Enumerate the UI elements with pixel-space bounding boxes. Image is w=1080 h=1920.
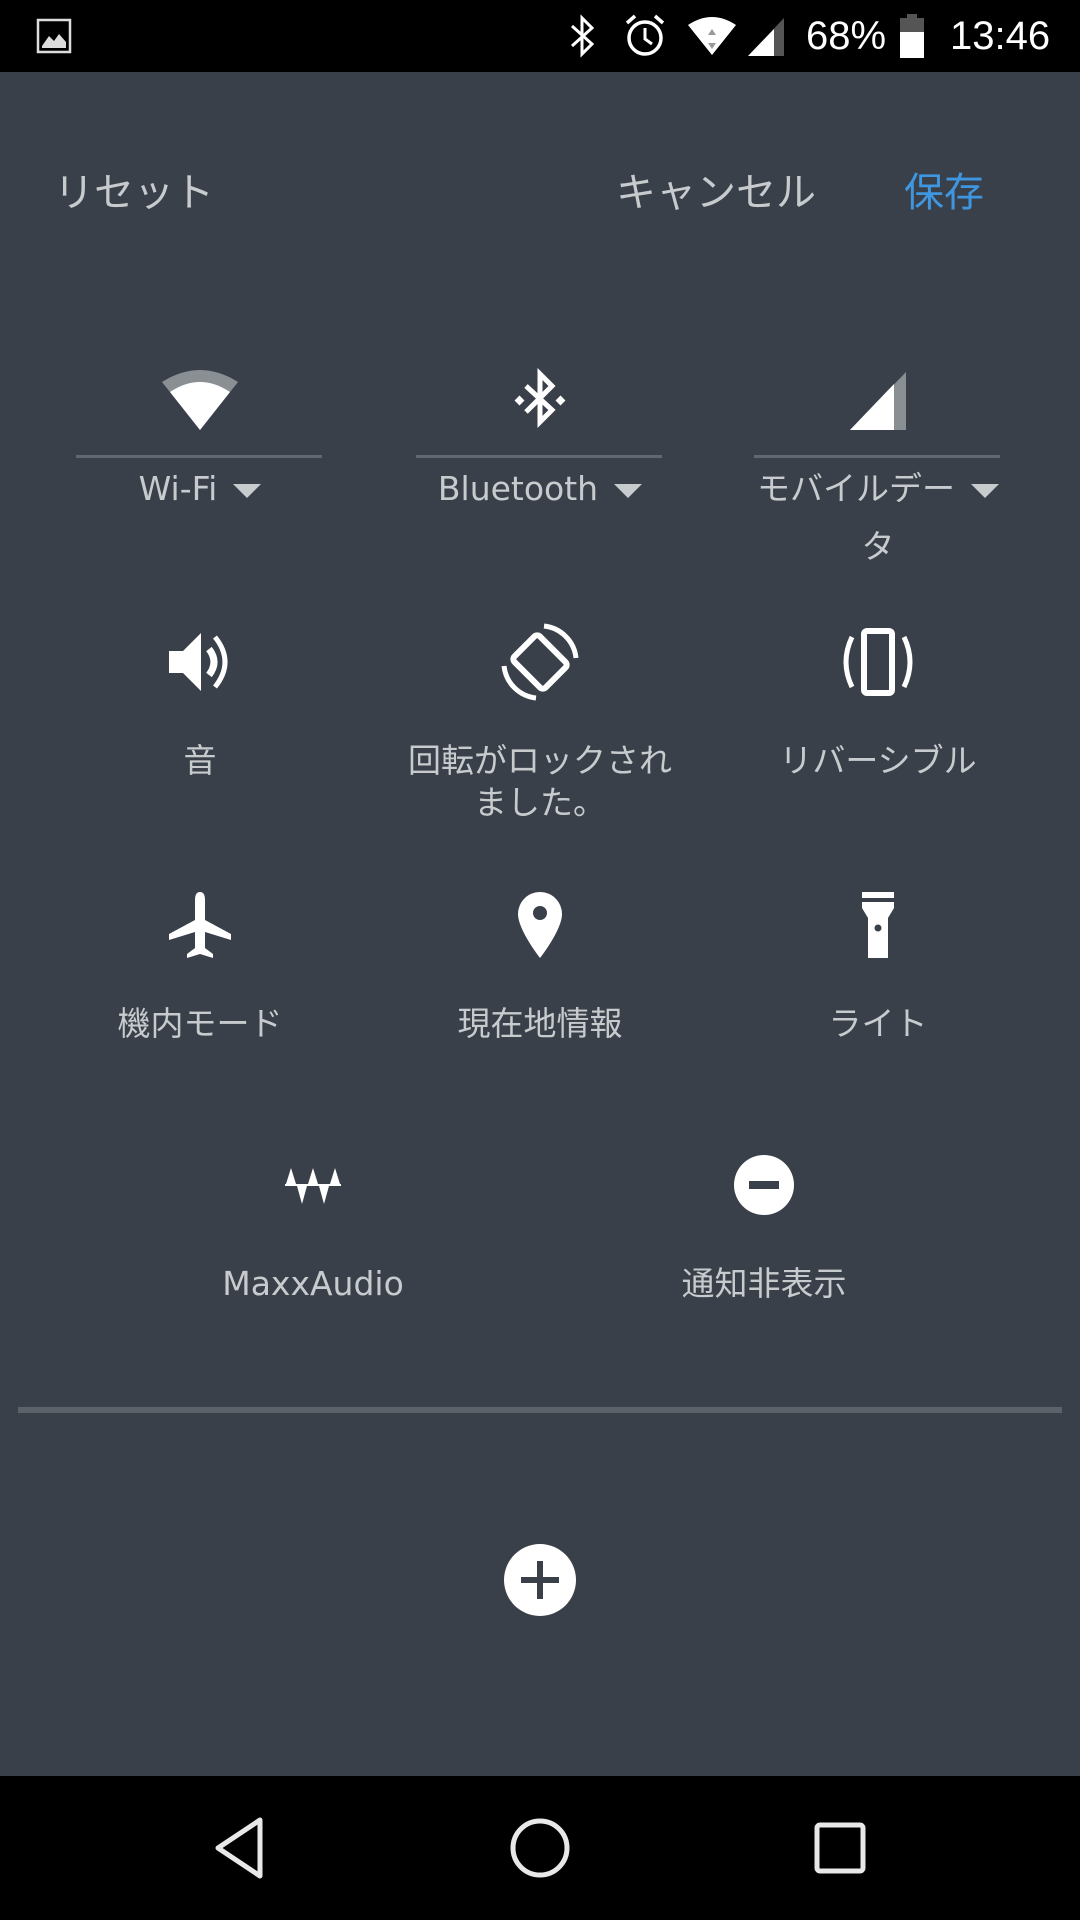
- tile-airplane[interactable]: 機内モード: [30, 885, 370, 1055]
- airplane-icon: [160, 885, 240, 965]
- home-icon: [510, 1818, 570, 1878]
- clock: 13:46: [950, 13, 1051, 58]
- tile-divider: [416, 455, 662, 458]
- bluetooth-icon: [568, 0, 598, 72]
- navigation-bar: [0, 1776, 1080, 1920]
- bluetooth-icon: [500, 360, 580, 440]
- tile-label: 機内モード: [117, 1004, 283, 1043]
- tile-maxxaudio[interactable]: MaxxAudio: [143, 1145, 483, 1315]
- reversible-phone-icon: [838, 622, 918, 702]
- tile-divider: [754, 455, 1000, 458]
- recents-button[interactable]: [800, 1808, 880, 1888]
- wifi-icon: [160, 360, 240, 440]
- volume-icon: [160, 622, 240, 702]
- battery-icon: [898, 0, 926, 72]
- add-circle-icon: [504, 1544, 576, 1616]
- wifi-icon: [686, 0, 738, 72]
- back-icon: [215, 1817, 263, 1879]
- add-tile-button[interactable]: [502, 1542, 578, 1618]
- maxxaudio-icon: [273, 1145, 353, 1225]
- do-not-disturb-icon: [724, 1145, 804, 1225]
- recents-icon: [814, 1822, 866, 1874]
- chevron-down-icon: [614, 483, 643, 498]
- tile-divider: [76, 455, 322, 458]
- tile-label-line2: ました。: [474, 783, 606, 822]
- tile-sound[interactable]: 音: [30, 622, 370, 792]
- edit-area-divider: [18, 1407, 1062, 1413]
- tile-dnd[interactable]: 通知非表示: [594, 1145, 934, 1315]
- tile-label: ライト: [828, 1004, 928, 1043]
- cell-signal-icon: [746, 0, 786, 72]
- flashlight-icon: [838, 885, 918, 965]
- back-button[interactable]: [200, 1808, 280, 1888]
- location-pin-icon: [500, 885, 580, 965]
- chevron-down-icon: [233, 483, 262, 498]
- tile-label[interactable]: Bluetooth: [370, 468, 710, 510]
- reset-button[interactable]: リセット: [54, 160, 214, 218]
- tile-label: MaxxAudio: [222, 1264, 404, 1303]
- tile-reversible[interactable]: リバーシブル: [708, 622, 1048, 792]
- home-button[interactable]: [500, 1808, 580, 1888]
- tile-mobile-data[interactable]: モバイルデー タ: [708, 360, 1048, 570]
- tile-rotation-lock[interactable]: 回転がロックされ ました。: [370, 622, 710, 822]
- tile-label[interactable]: Wi-Fi: [30, 468, 370, 510]
- cell-signal-icon: [838, 360, 918, 440]
- tile-wifi[interactable]: Wi-Fi: [30, 360, 370, 530]
- tile-label-line2: タ: [861, 527, 895, 566]
- image-icon: [36, 0, 72, 72]
- tile-label: リバーシブル: [779, 741, 977, 780]
- tile-label: 音: [183, 741, 217, 780]
- tile-location[interactable]: 現在地情報: [370, 885, 710, 1055]
- alarm-icon: [622, 0, 668, 72]
- chevron-down-icon: [971, 483, 999, 498]
- tile-label[interactable]: モバイルデー: [708, 468, 1048, 510]
- tile-label: 回転がロックされ: [408, 741, 672, 780]
- screen-rotation-icon: [500, 622, 580, 702]
- battery-percent: 68%: [806, 13, 887, 58]
- tile-flashlight[interactable]: ライト: [708, 885, 1048, 1055]
- tile-label: 現在地情報: [457, 1004, 623, 1043]
- tile-label: 通知非表示: [681, 1264, 847, 1303]
- cancel-button[interactable]: キャンセル: [616, 160, 816, 218]
- status-bar: 68% 13:46: [0, 0, 1080, 72]
- tile-bluetooth[interactable]: Bluetooth: [370, 360, 710, 530]
- save-button[interactable]: 保存: [904, 160, 984, 218]
